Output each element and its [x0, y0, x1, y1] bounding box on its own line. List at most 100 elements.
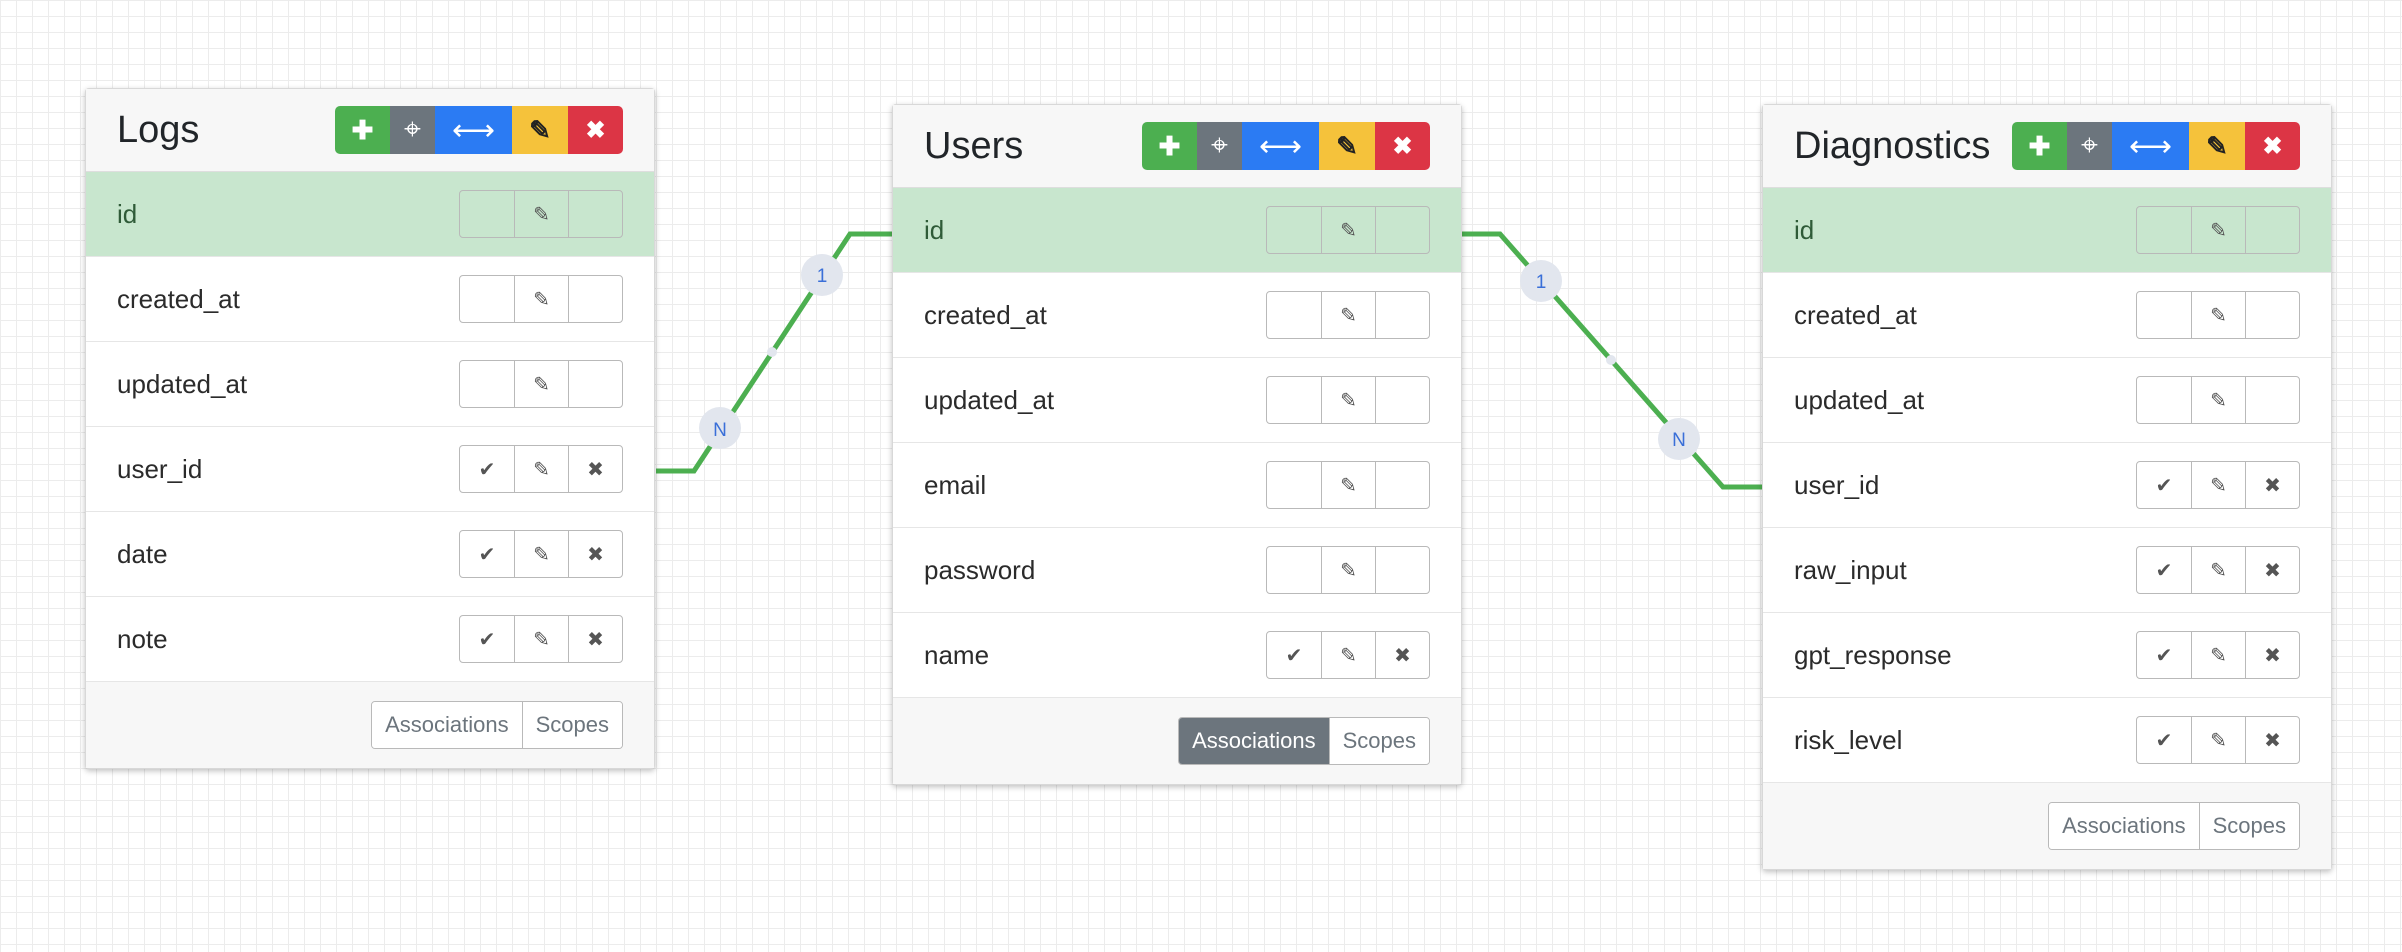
- delete-field-button[interactable]: [568, 191, 622, 237]
- edit-field-button[interactable]: ✎: [1321, 377, 1375, 423]
- delete-field-button[interactable]: ✖: [2245, 462, 2299, 508]
- field-row-id[interactable]: id ✎: [86, 172, 654, 257]
- toggle-null-button[interactable]: [460, 276, 514, 322]
- field-row-risk-level[interactable]: risk_level ✔ ✎ ✖: [1763, 698, 2331, 783]
- toggle-null-button[interactable]: ✔: [1267, 632, 1321, 678]
- scopes-button[interactable]: Scopes: [1328, 718, 1429, 764]
- edit-field-button[interactable]: ✎: [2191, 547, 2245, 593]
- field-row-id[interactable]: id ✎: [1763, 188, 2331, 273]
- edit-field-button[interactable]: ✎: [1321, 547, 1375, 593]
- field-row-created-at[interactable]: created_at ✎: [1763, 273, 2331, 358]
- field-row-created-at[interactable]: created_at ✎: [893, 273, 1461, 358]
- toggle-null-button[interactable]: [2137, 377, 2191, 423]
- field-row-id[interactable]: id ✎: [893, 188, 1461, 273]
- field-row-date[interactable]: date ✔ ✎ ✖: [86, 512, 654, 597]
- toggle-null-button[interactable]: [460, 361, 514, 407]
- edit-field-button[interactable]: ✎: [2191, 207, 2245, 253]
- toggle-null-button[interactable]: ✔: [460, 531, 514, 577]
- edit-field-button[interactable]: ✎: [514, 276, 568, 322]
- relation-badge-one[interactable]: [1520, 260, 1562, 302]
- toggle-null-button[interactable]: [2137, 207, 2191, 253]
- field-row-email[interactable]: email ✎: [893, 443, 1461, 528]
- field-row-raw-input[interactable]: raw_input ✔ ✎ ✖: [1763, 528, 2331, 613]
- relation-badge-n[interactable]: [1658, 418, 1700, 460]
- delete-field-button[interactable]: ✖: [568, 446, 622, 492]
- scopes-button[interactable]: Scopes: [521, 702, 622, 748]
- edit-field-button[interactable]: ✎: [1321, 462, 1375, 508]
- relation-midpoint-handle[interactable]: [767, 347, 777, 357]
- toggle-null-button[interactable]: [1267, 547, 1321, 593]
- delete-field-button[interactable]: [2245, 292, 2299, 338]
- table-card-diagnostics[interactable]: Diagnostics ✚ ⌖ ⟷ ✎ ✖ id ✎ created_at ✎ updated_at…: [1762, 104, 2332, 870]
- toggle-null-button[interactable]: [1267, 377, 1321, 423]
- associations-button[interactable]: Associations: [372, 702, 522, 748]
- delete-field-button[interactable]: ✖: [2245, 632, 2299, 678]
- resize-table-button[interactable]: ⟷: [435, 106, 512, 154]
- edit-table-button[interactable]: ✎: [512, 106, 568, 154]
- delete-field-button[interactable]: ✖: [568, 531, 622, 577]
- relation-badge-n[interactable]: [699, 407, 741, 449]
- edit-field-button[interactable]: ✎: [1321, 207, 1375, 253]
- toggle-null-button[interactable]: ✔: [2137, 462, 2191, 508]
- scopes-button[interactable]: Scopes: [2198, 803, 2299, 849]
- edit-field-button[interactable]: ✎: [514, 361, 568, 407]
- delete-field-button[interactable]: [568, 361, 622, 407]
- delete-field-button[interactable]: [2245, 207, 2299, 253]
- edit-field-button[interactable]: ✎: [2191, 377, 2245, 423]
- toggle-null-button[interactable]: ✔: [2137, 547, 2191, 593]
- field-row-created-at[interactable]: created_at ✎: [86, 257, 654, 342]
- delete-field-button[interactable]: [1375, 462, 1429, 508]
- field-row-user-id[interactable]: user_id ✔ ✎ ✖: [86, 427, 654, 512]
- delete-field-button[interactable]: [568, 276, 622, 322]
- associations-button[interactable]: Associations: [1179, 718, 1329, 764]
- toggle-null-button[interactable]: ✔: [460, 616, 514, 662]
- delete-table-button[interactable]: ✖: [2245, 122, 2300, 170]
- field-row-name[interactable]: name ✔ ✎ ✖: [893, 613, 1461, 698]
- relation-line-logs-users[interactable]: [656, 231, 893, 474]
- delete-field-button[interactable]: [2245, 377, 2299, 423]
- move-table-button[interactable]: ⌖: [1197, 122, 1242, 170]
- resize-table-button[interactable]: ⟷: [1242, 122, 1319, 170]
- add-field-button[interactable]: ✚: [1142, 122, 1197, 170]
- toggle-null-button[interactable]: [460, 191, 514, 237]
- add-field-button[interactable]: ✚: [335, 106, 390, 154]
- add-field-button[interactable]: ✚: [2012, 122, 2067, 170]
- toggle-null-button[interactable]: ✔: [2137, 632, 2191, 678]
- delete-field-button[interactable]: ✖: [568, 616, 622, 662]
- associations-button[interactable]: Associations: [2049, 803, 2199, 849]
- edit-field-button[interactable]: ✎: [514, 191, 568, 237]
- edit-field-button[interactable]: ✎: [2191, 462, 2245, 508]
- toggle-null-button[interactable]: ✔: [460, 446, 514, 492]
- edit-field-button[interactable]: ✎: [2191, 632, 2245, 678]
- delete-field-button[interactable]: ✖: [2245, 547, 2299, 593]
- move-table-button[interactable]: ⌖: [390, 106, 435, 154]
- table-card-logs[interactable]: Logs ✚ ⌖ ⟷ ✎ ✖ id ✎ created_at ✎ updated_at ✎ user_i…: [85, 88, 655, 769]
- field-row-password[interactable]: password ✎: [893, 528, 1461, 613]
- relation-badge-one[interactable]: [801, 254, 843, 296]
- relation-line-users-diagnostics[interactable]: [1461, 231, 1762, 490]
- toggle-null-button[interactable]: [1267, 462, 1321, 508]
- field-row-updated-at[interactable]: updated_at ✎: [893, 358, 1461, 443]
- edit-field-button[interactable]: ✎: [1321, 632, 1375, 678]
- field-row-updated-at[interactable]: updated_at ✎: [86, 342, 654, 427]
- delete-table-button[interactable]: ✖: [1375, 122, 1430, 170]
- field-row-gpt-response[interactable]: gpt_response ✔ ✎ ✖: [1763, 613, 2331, 698]
- edit-table-button[interactable]: ✎: [2189, 122, 2245, 170]
- relation-midpoint-handle[interactable]: [1606, 355, 1616, 365]
- edit-field-button[interactable]: ✎: [2191, 717, 2245, 763]
- delete-field-button[interactable]: [1375, 377, 1429, 423]
- toggle-null-button[interactable]: [1267, 292, 1321, 338]
- delete-field-button[interactable]: [1375, 547, 1429, 593]
- toggle-null-button[interactable]: [2137, 292, 2191, 338]
- move-table-button[interactable]: ⌖: [2067, 122, 2112, 170]
- delete-field-button[interactable]: [1375, 207, 1429, 253]
- delete-field-button[interactable]: ✖: [1375, 632, 1429, 678]
- field-row-user-id[interactable]: user_id ✔ ✎ ✖: [1763, 443, 2331, 528]
- edit-field-button[interactable]: ✎: [1321, 292, 1375, 338]
- table-card-users[interactable]: Users ✚ ⌖ ⟷ ✎ ✖ id ✎ created_at ✎ updated_at ✎ email…: [892, 104, 1462, 785]
- edit-field-button[interactable]: ✎: [514, 531, 568, 577]
- field-row-updated-at[interactable]: updated_at ✎: [1763, 358, 2331, 443]
- toggle-null-button[interactable]: ✔: [2137, 717, 2191, 763]
- edit-field-button[interactable]: ✎: [514, 616, 568, 662]
- delete-table-button[interactable]: ✖: [568, 106, 623, 154]
